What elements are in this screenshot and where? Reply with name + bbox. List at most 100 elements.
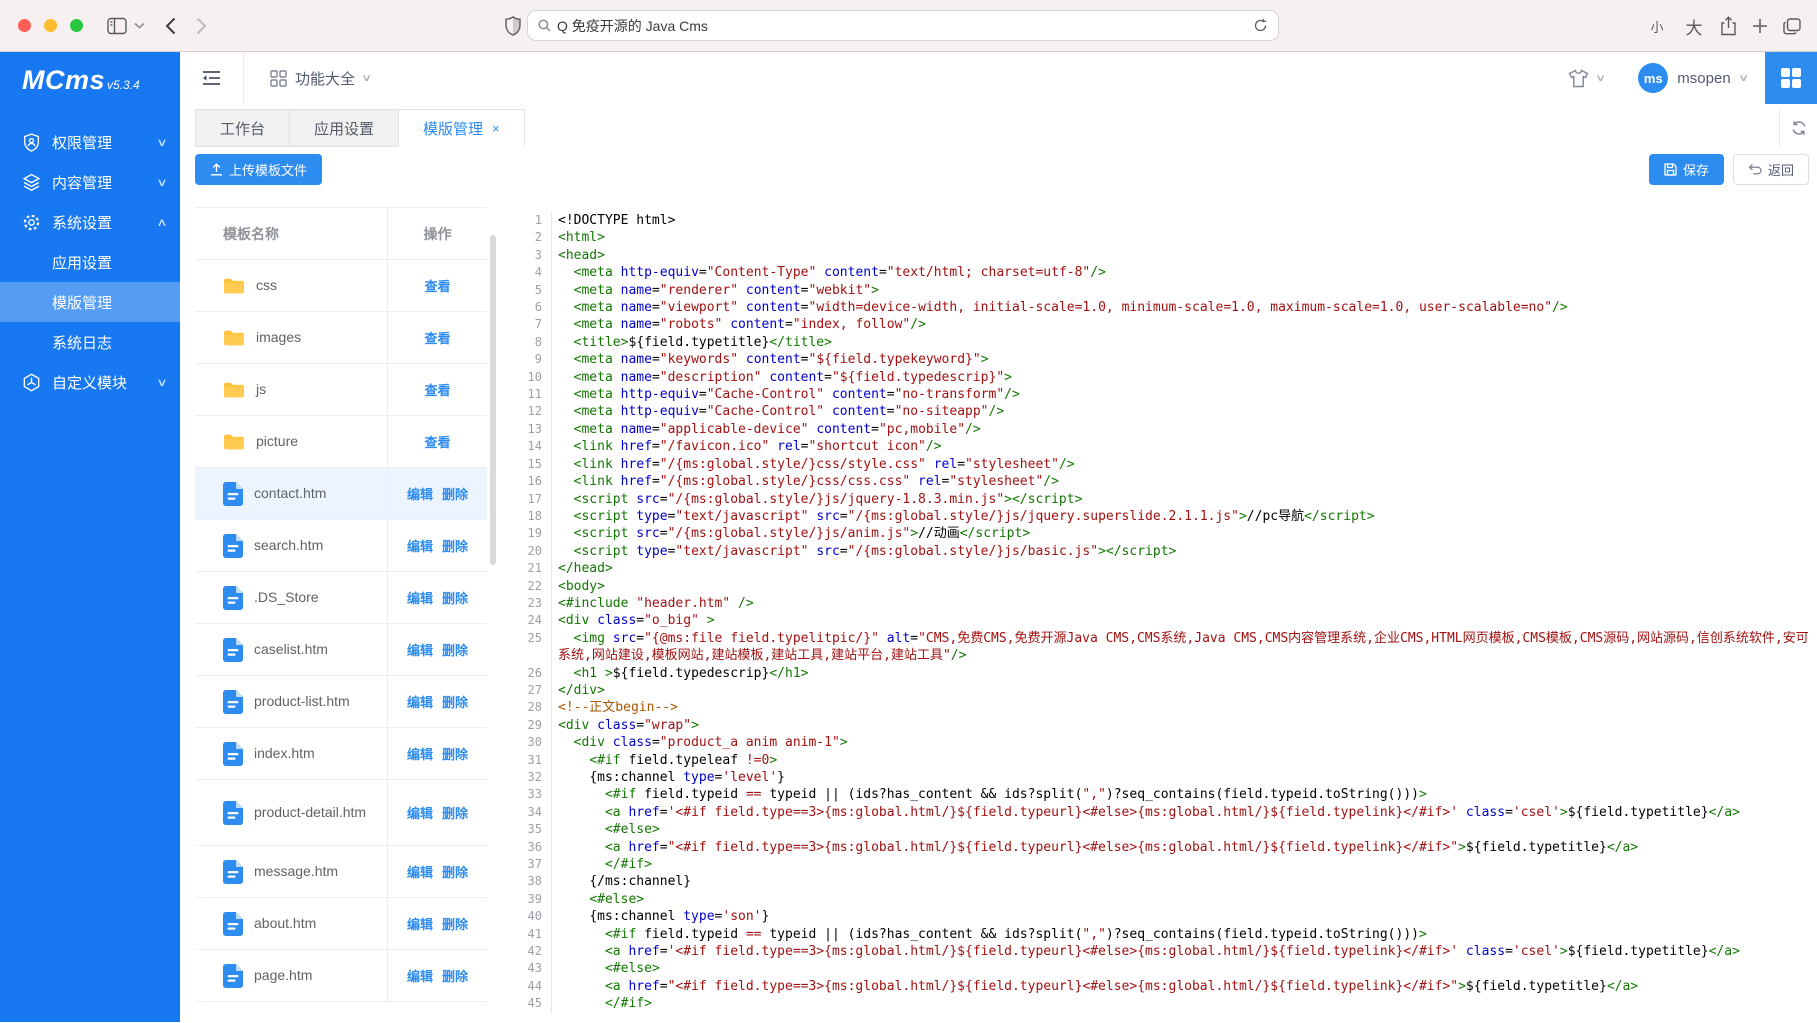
- code-text[interactable]: <link href="/{ms:global.style/}css/css.c…: [552, 473, 1809, 490]
- code-text[interactable]: <meta name="viewport" content="width=dev…: [552, 299, 1809, 316]
- code-text[interactable]: {ms:channel type='son'}: [552, 908, 1809, 925]
- code-text[interactable]: <#else>: [552, 821, 1809, 838]
- minimize-window-button[interactable]: [44, 19, 57, 32]
- code-line-14[interactable]: 14 <link href="/favicon.ico" rel="shortc…: [506, 438, 1809, 455]
- code-line-22[interactable]: 22<body>: [506, 578, 1809, 595]
- code-line-28[interactable]: 28<!--正文begin-->: [506, 699, 1809, 716]
- edit-link[interactable]: 编辑: [407, 803, 433, 822]
- table-row-index.htm[interactable]: index.htm编辑删除: [195, 728, 487, 780]
- code-line-23[interactable]: 23<#include "header.htm" />: [506, 595, 1809, 612]
- back-button[interactable]: 返回: [1733, 154, 1809, 185]
- code-line-44[interactable]: 44 <a href="<#if field.type==3>{ms:globa…: [506, 978, 1809, 995]
- tab-工作台[interactable]: 工作台: [195, 109, 290, 147]
- theme-tshirt-icon[interactable]: [1568, 69, 1589, 88]
- code-text[interactable]: <!DOCTYPE html>: [552, 212, 1809, 229]
- privacy-shield-icon[interactable]: [505, 16, 521, 36]
- tab-应用设置[interactable]: 应用设置: [289, 109, 399, 147]
- table-row-picture[interactable]: picture查看: [195, 416, 487, 468]
- code-text[interactable]: </#if>: [552, 995, 1809, 1012]
- code-text[interactable]: <a href="<#if field.type==3>{ms:global.h…: [552, 978, 1809, 995]
- table-row-caselist.htm[interactable]: caselist.htm编辑删除: [195, 624, 487, 676]
- delete-link[interactable]: 删除: [442, 803, 468, 822]
- code-line-31[interactable]: 31 <#if field.typeleaf !=0>: [506, 752, 1809, 769]
- code-line-4[interactable]: 4 <meta http-equiv="Content-Type" conten…: [506, 264, 1809, 281]
- code-text[interactable]: <a href='<#if field.type==3>{ms:global.h…: [552, 943, 1809, 960]
- sidebar-item-content[interactable]: 内容管理 ∨: [0, 162, 180, 202]
- code-editor[interactable]: 1<!DOCTYPE html>2<html>3<head>4 <meta ht…: [506, 207, 1809, 1022]
- code-text[interactable]: <meta http-equiv="Cache-Control" content…: [552, 386, 1809, 403]
- code-text[interactable]: <meta name="robots" content="index, foll…: [552, 316, 1809, 333]
- code-line-41[interactable]: 41 <#if field.typeid == typeid || (ids?h…: [506, 926, 1809, 943]
- code-text[interactable]: <html>: [552, 229, 1809, 246]
- code-text[interactable]: <div class="o_big" >: [552, 612, 1809, 629]
- code-text[interactable]: <meta name="renderer" content="webkit">: [552, 282, 1809, 299]
- code-text[interactable]: <meta http-equiv="Content-Type" content=…: [552, 264, 1809, 281]
- code-line-27[interactable]: 27</div>: [506, 682, 1809, 699]
- code-text[interactable]: <div class="product_a anim anim-1">: [552, 734, 1809, 751]
- code-line-36[interactable]: 36 <a href="<#if field.type==3>{ms:globa…: [506, 839, 1809, 856]
- code-line-17[interactable]: 17 <script src="/{ms:global.style/}js/jq…: [506, 491, 1809, 508]
- code-line-8[interactable]: 8 <title>${field.typetitle}</title>: [506, 334, 1809, 351]
- code-text[interactable]: <!--正文begin-->: [552, 699, 1809, 716]
- code-line-45[interactable]: 45 </#if>: [506, 995, 1809, 1012]
- zoom-window-button[interactable]: [70, 19, 83, 32]
- code-text[interactable]: </#if>: [552, 856, 1809, 873]
- increase-text-size-button[interactable]: 大: [1683, 14, 1705, 39]
- view-link[interactable]: 查看: [424, 432, 450, 451]
- view-link[interactable]: 查看: [424, 276, 450, 295]
- code-line-5[interactable]: 5 <meta name="renderer" content="webkit"…: [506, 282, 1809, 299]
- delete-link[interactable]: 删除: [442, 640, 468, 659]
- code-text[interactable]: <a href='<#if field.type==3>{ms:global.h…: [552, 804, 1809, 821]
- view-link[interactable]: 查看: [424, 380, 450, 399]
- sidebar-item-permissions[interactable]: 权限管理 ∨: [0, 122, 180, 162]
- code-line-40[interactable]: 40 {ms:channel type='son'}: [506, 908, 1809, 925]
- code-text[interactable]: <#else>: [552, 960, 1809, 977]
- code-text[interactable]: <link href="/favicon.ico" rel="shortcut …: [552, 438, 1809, 455]
- code-text[interactable]: <meta http-equiv="Cache-Control" content…: [552, 403, 1809, 420]
- code-line-15[interactable]: 15 <link href="/{ms:global.style/}css/st…: [506, 456, 1809, 473]
- delete-link[interactable]: 删除: [442, 588, 468, 607]
- edit-link[interactable]: 编辑: [407, 536, 433, 555]
- delete-link[interactable]: 删除: [442, 536, 468, 555]
- tab-overview-icon[interactable]: [1783, 18, 1801, 35]
- new-tab-icon[interactable]: [1752, 18, 1768, 34]
- edit-link[interactable]: 编辑: [407, 484, 433, 503]
- collapse-sidebar-icon[interactable]: [202, 70, 221, 86]
- code-text[interactable]: <h1 >${field.typedescrip}</h1>: [552, 665, 1809, 682]
- code-line-2[interactable]: 2<html>: [506, 229, 1809, 246]
- code-line-12[interactable]: 12 <meta http-equiv="Cache-Control" cont…: [506, 403, 1809, 420]
- code-text[interactable]: <meta name="applicable-device" content="…: [552, 421, 1809, 438]
- code-text[interactable]: <link href="/{ms:global.style/}css/style…: [552, 456, 1809, 473]
- code-text[interactable]: <#include "header.htm" />: [552, 595, 1809, 612]
- delete-link[interactable]: 删除: [442, 484, 468, 503]
- view-link[interactable]: 查看: [424, 328, 450, 347]
- code-line-29[interactable]: 29<div class="wrap">: [506, 717, 1809, 734]
- chevron-down-icon[interactable]: ∨: [1595, 73, 1606, 84]
- browser-sidebar-toggle-icon[interactable]: [107, 17, 127, 35]
- delete-link[interactable]: 删除: [442, 692, 468, 711]
- decrease-text-size-button[interactable]: 小: [1646, 17, 1668, 36]
- code-text[interactable]: <title>${field.typetitle}</title>: [552, 334, 1809, 351]
- user-avatar[interactable]: ms: [1638, 63, 1668, 93]
- function-menu-button[interactable]: 功能大全 ∨: [270, 68, 370, 89]
- sidebar-item-system-logs[interactable]: 系统日志: [0, 322, 180, 362]
- code-line-13[interactable]: 13 <meta name="applicable-device" conten…: [506, 421, 1809, 438]
- code-line-20[interactable]: 20 <script type="text/javascript" src="/…: [506, 543, 1809, 560]
- code-line-30[interactable]: 30 <div class="product_a anim anim-1">: [506, 734, 1809, 751]
- code-text[interactable]: <div class="wrap">: [552, 717, 1809, 734]
- refresh-tab-button[interactable]: [1779, 109, 1817, 147]
- sidebar-item-app-settings[interactable]: 应用设置: [0, 242, 180, 282]
- code-line-3[interactable]: 3<head>: [506, 247, 1809, 264]
- code-text[interactable]: <#else>: [552, 891, 1809, 908]
- edit-link[interactable]: 编辑: [407, 640, 433, 659]
- table-row-page.htm[interactable]: page.htm编辑删除: [195, 950, 487, 1002]
- code-line-7[interactable]: 7 <meta name="robots" content="index, fo…: [506, 316, 1809, 333]
- code-line-34[interactable]: 34 <a href='<#if field.type==3>{ms:globa…: [506, 804, 1809, 821]
- code-line-33[interactable]: 33 <#if field.typeid == typeid || (ids?h…: [506, 786, 1809, 803]
- table-row-.DS_Store[interactable]: .DS_Store编辑删除: [195, 572, 487, 624]
- edit-link[interactable]: 编辑: [407, 966, 433, 985]
- code-line-43[interactable]: 43 <#else>: [506, 960, 1809, 977]
- code-line-16[interactable]: 16 <link href="/{ms:global.style/}css/cs…: [506, 473, 1809, 490]
- edit-link[interactable]: 编辑: [407, 914, 433, 933]
- code-text[interactable]: <body>: [552, 578, 1809, 595]
